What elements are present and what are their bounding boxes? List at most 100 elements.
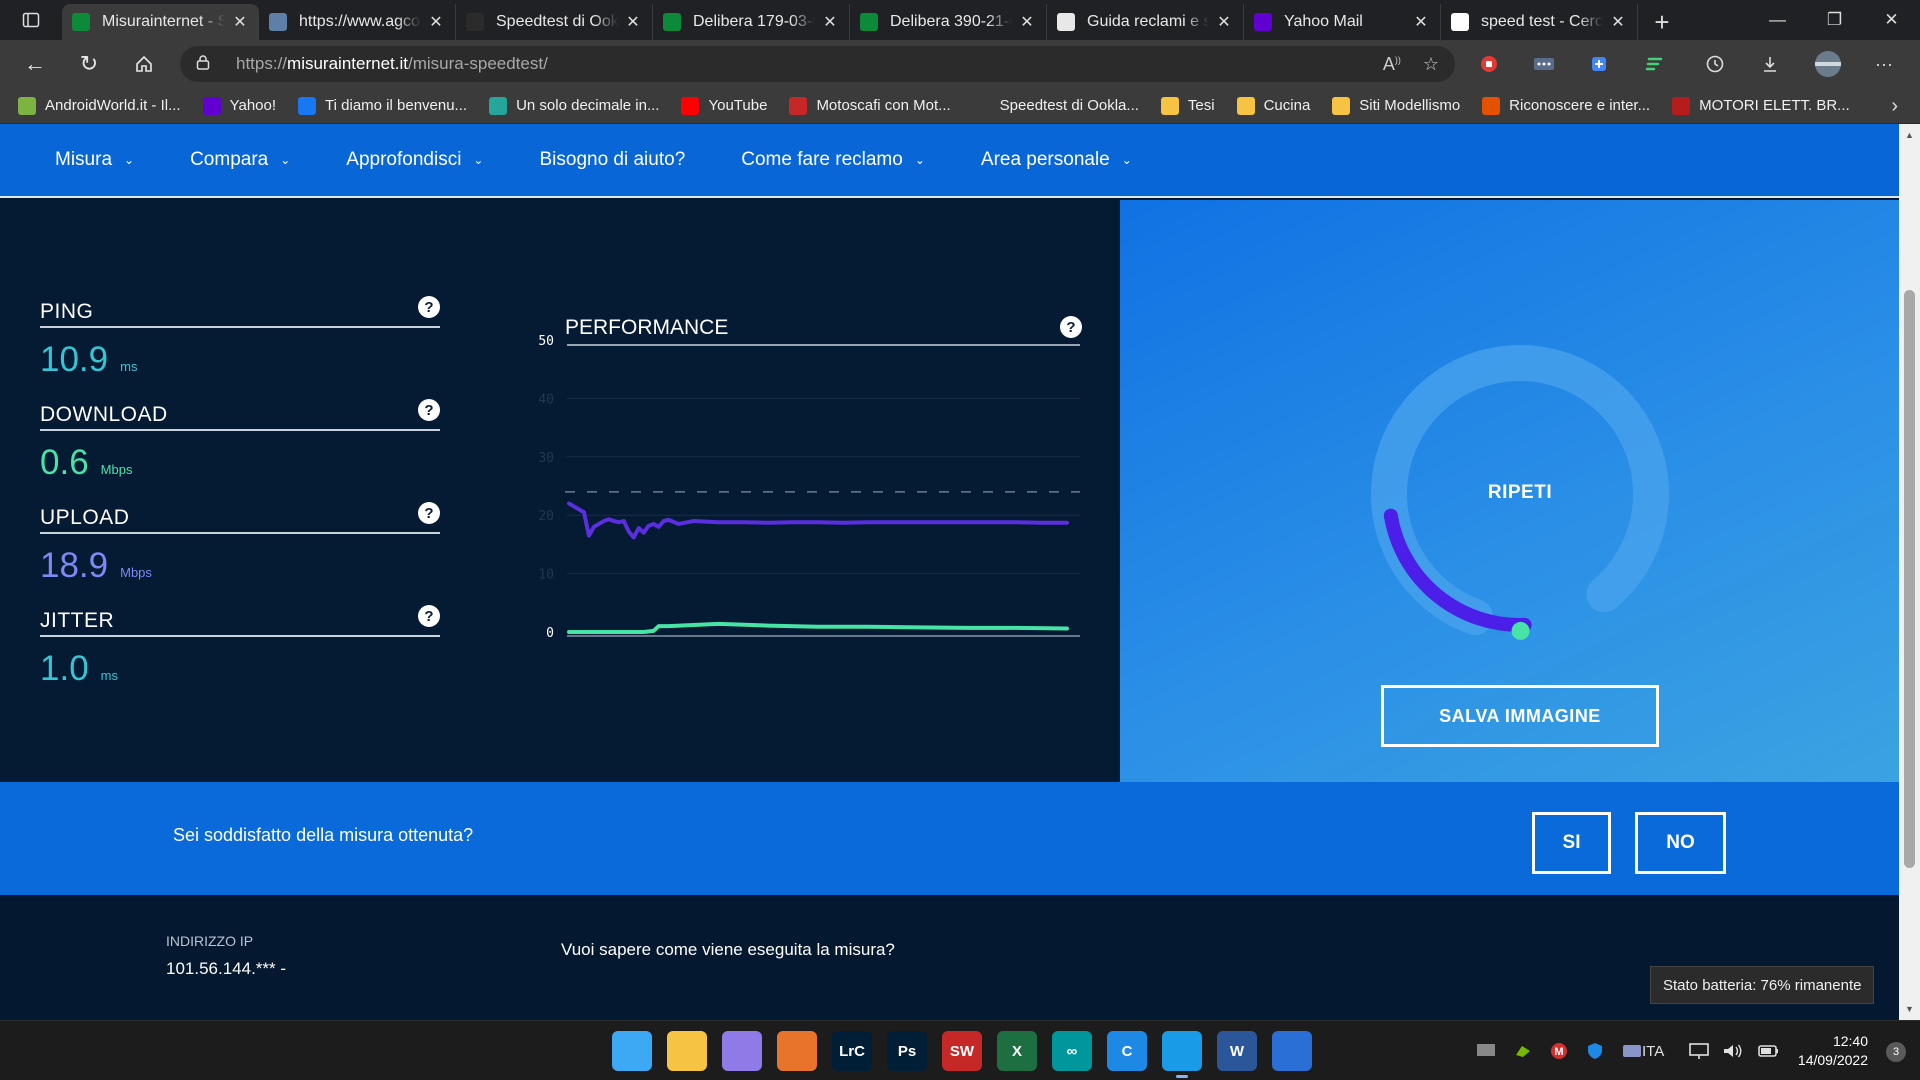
tray-app-icon[interactable] (1622, 1042, 1642, 1060)
scroll-up-arrow-icon[interactable]: ▲ (1899, 126, 1920, 144)
bookmark-item[interactable]: Siti Modellismo (1332, 96, 1460, 115)
y-tick-label: 50 (538, 334, 554, 349)
refresh-icon: ↻ (79, 51, 99, 76)
nav-item[interactable]: Area personale ⌄ (981, 149, 1132, 171)
tab-close-icon[interactable]: ✕ (427, 12, 445, 32)
tab-close-icon[interactable]: ✕ (1018, 12, 1036, 32)
nvidia-icon[interactable] (1514, 1043, 1532, 1059)
tray-monitor-icon[interactable] (1476, 1043, 1496, 1059)
nav-item-label: Bisogno di aiuto? (539, 149, 686, 170)
quick-settings[interactable] (1688, 1021, 1780, 1080)
profile-avatar[interactable] (1806, 40, 1850, 88)
bookmarks-overflow-chevron-icon[interactable]: › (1891, 88, 1898, 124)
more-options-icon[interactable]: ··· (1862, 40, 1906, 88)
scroll-down-arrow-icon[interactable]: ▼ (1899, 1000, 1920, 1018)
bookmark-item[interactable]: Tesi (1160, 96, 1215, 115)
bookmark-item[interactable]: Speedtest di Ookla... (972, 96, 1139, 115)
browser-tab[interactable]: Speedtest di Ookl ✕ (456, 4, 653, 40)
save-image-button[interactable]: SALVA IMMAGINE (1381, 685, 1659, 747)
extension-puzzle-icon[interactable] (1577, 40, 1621, 88)
add-favorite-icon[interactable]: ☆ (1423, 54, 1439, 75)
browser-tab[interactable]: Delibera 390-21-C ✕ (850, 4, 1047, 40)
arduino-taskbar-icon[interactable]: ∞ (1052, 1031, 1092, 1071)
globe-app-taskbar-icon[interactable] (1272, 1031, 1312, 1071)
footer: INDIRIZZO IP 101.56.144.*** - Vuoi saper… (0, 895, 1899, 1020)
nav-item-label: Come fare reclamo (741, 149, 903, 170)
bookmark-favicon-icon (789, 96, 808, 115)
yes-button[interactable]: SI (1532, 812, 1611, 874)
how-measure-link[interactable]: Vuoi sapere come viene eseguita la misur… (561, 940, 895, 960)
excel-taskbar-icon[interactable]: X (997, 1031, 1037, 1071)
matlab-taskbar-icon[interactable] (777, 1031, 817, 1071)
tab-actions-button[interactable] (0, 0, 62, 40)
browser-tab[interactable]: https://www.agco ✕ (259, 4, 456, 40)
nav-item[interactable]: Come fare reclamo ⌄ (741, 149, 925, 171)
tab-close-icon[interactable]: ✕ (624, 12, 642, 32)
history-icon[interactable] (1693, 40, 1737, 88)
photoshop-taskbar-icon[interactable]: Ps (887, 1031, 927, 1071)
notification-badge[interactable]: 3 (1886, 1042, 1906, 1062)
restore-button[interactable]: ❐ (1806, 0, 1863, 40)
bookmark-item[interactable]: Motoscafi con Mot... (789, 96, 951, 115)
downloads-icon[interactable] (1748, 40, 1792, 88)
scrollbar-thumb[interactable] (1904, 290, 1915, 868)
nav-item[interactable]: Approfondisci ⌄ (346, 149, 483, 171)
tab-favicon-icon (269, 13, 287, 31)
bookmark-item[interactable]: Yahoo! (202, 96, 276, 115)
nav-item[interactable]: Misura ⌄ (55, 149, 134, 171)
start-taskbar-icon[interactable] (612, 1031, 652, 1071)
browser-tab[interactable]: Yahoo Mail ✕ (1244, 4, 1441, 40)
tab-close-icon[interactable]: ✕ (1412, 12, 1430, 32)
antivirus-icon[interactable]: M (1550, 1042, 1568, 1060)
home-button[interactable] (117, 40, 171, 88)
tab-close-icon[interactable]: ✕ (1609, 12, 1627, 32)
language-indicator[interactable]: ITA (1642, 1021, 1664, 1080)
y-tick-label: 30 (538, 451, 554, 466)
tab-close-icon[interactable]: ✕ (231, 12, 249, 32)
bookmark-label: Riconoscere e inter... (1509, 97, 1651, 114)
solidworks-taskbar-icon[interactable]: SW (942, 1031, 982, 1071)
bookmark-item[interactable]: Un solo decimale in... (489, 96, 659, 115)
ccleaner-taskbar-icon[interactable]: C (1107, 1031, 1147, 1071)
refresh-button[interactable]: ↻ (62, 40, 116, 88)
security-shield-icon[interactable] (1586, 1042, 1604, 1060)
browser-tab[interactable]: Misurainternet - S ✕ (62, 4, 259, 40)
tab-close-icon[interactable]: ✕ (821, 12, 839, 32)
no-button[interactable]: NO (1635, 812, 1726, 874)
minimize-button[interactable]: — (1749, 0, 1806, 40)
clock[interactable]: 12:40 14/09/2022 (1798, 1032, 1868, 1070)
browser-tab[interactable]: Guida reclami e su ✕ (1047, 4, 1244, 40)
bookmark-item[interactable]: MOTORI ELETT. BR... (1672, 96, 1850, 115)
back-button[interactable]: ← (8, 40, 62, 88)
app-blue-taskbar-icon[interactable] (722, 1031, 762, 1071)
browser-tab[interactable]: speed test - Cerca ✕ (1441, 4, 1638, 40)
extension-adblock-icon[interactable] (1467, 40, 1511, 88)
bookmark-item[interactable]: Cucina (1236, 96, 1310, 115)
bookmark-favicon-icon (1672, 96, 1691, 115)
nav-item[interactable]: Compara ⌄ (190, 149, 290, 171)
bookmark-favicon-icon (1332, 96, 1351, 115)
tab-close-icon[interactable]: ✕ (1215, 12, 1233, 32)
repeat-test-button[interactable]: RIPETI (1420, 482, 1620, 504)
satisfaction-question: Sei soddisfatto della misura ottenuta? (173, 825, 474, 845)
nav-item[interactable]: Bisogno di aiuto? (539, 149, 685, 171)
bookmark-favicon-icon (298, 96, 317, 115)
bookmark-item[interactable]: Ti diamo il benvenu... (298, 96, 467, 115)
address-bar[interactable]: https://misurainternet.it/misura-speedte… (180, 46, 1455, 82)
lightroom-taskbar-icon[interactable]: LrC (832, 1031, 872, 1071)
bookmark-item[interactable]: AndroidWorld.it - Il... (18, 96, 181, 115)
edge-taskbar-icon[interactable] (1162, 1031, 1202, 1078)
read-aloud-icon[interactable]: A)) (1383, 54, 1401, 75)
browser-tab[interactable]: Delibera 179-03-C ✕ (653, 4, 850, 40)
bookmark-label: Speedtest di Ookla... (999, 97, 1139, 114)
page-scrollbar[interactable]: ▲ ▼ (1899, 124, 1920, 1020)
word-taskbar-icon[interactable]: W (1217, 1031, 1257, 1071)
new-tab-button[interactable]: + (1638, 4, 1686, 40)
clock-time: 12:40 (1832, 1033, 1868, 1049)
extension-lines-icon[interactable] (1632, 40, 1676, 88)
bookmark-item[interactable]: YouTube (681, 96, 767, 115)
file-explorer-taskbar-icon[interactable] (667, 1031, 707, 1071)
extension-dots-icon[interactable] (1522, 40, 1566, 88)
close-window-button[interactable]: ✕ (1863, 0, 1920, 40)
bookmark-item[interactable]: Riconoscere e inter... (1482, 96, 1651, 115)
